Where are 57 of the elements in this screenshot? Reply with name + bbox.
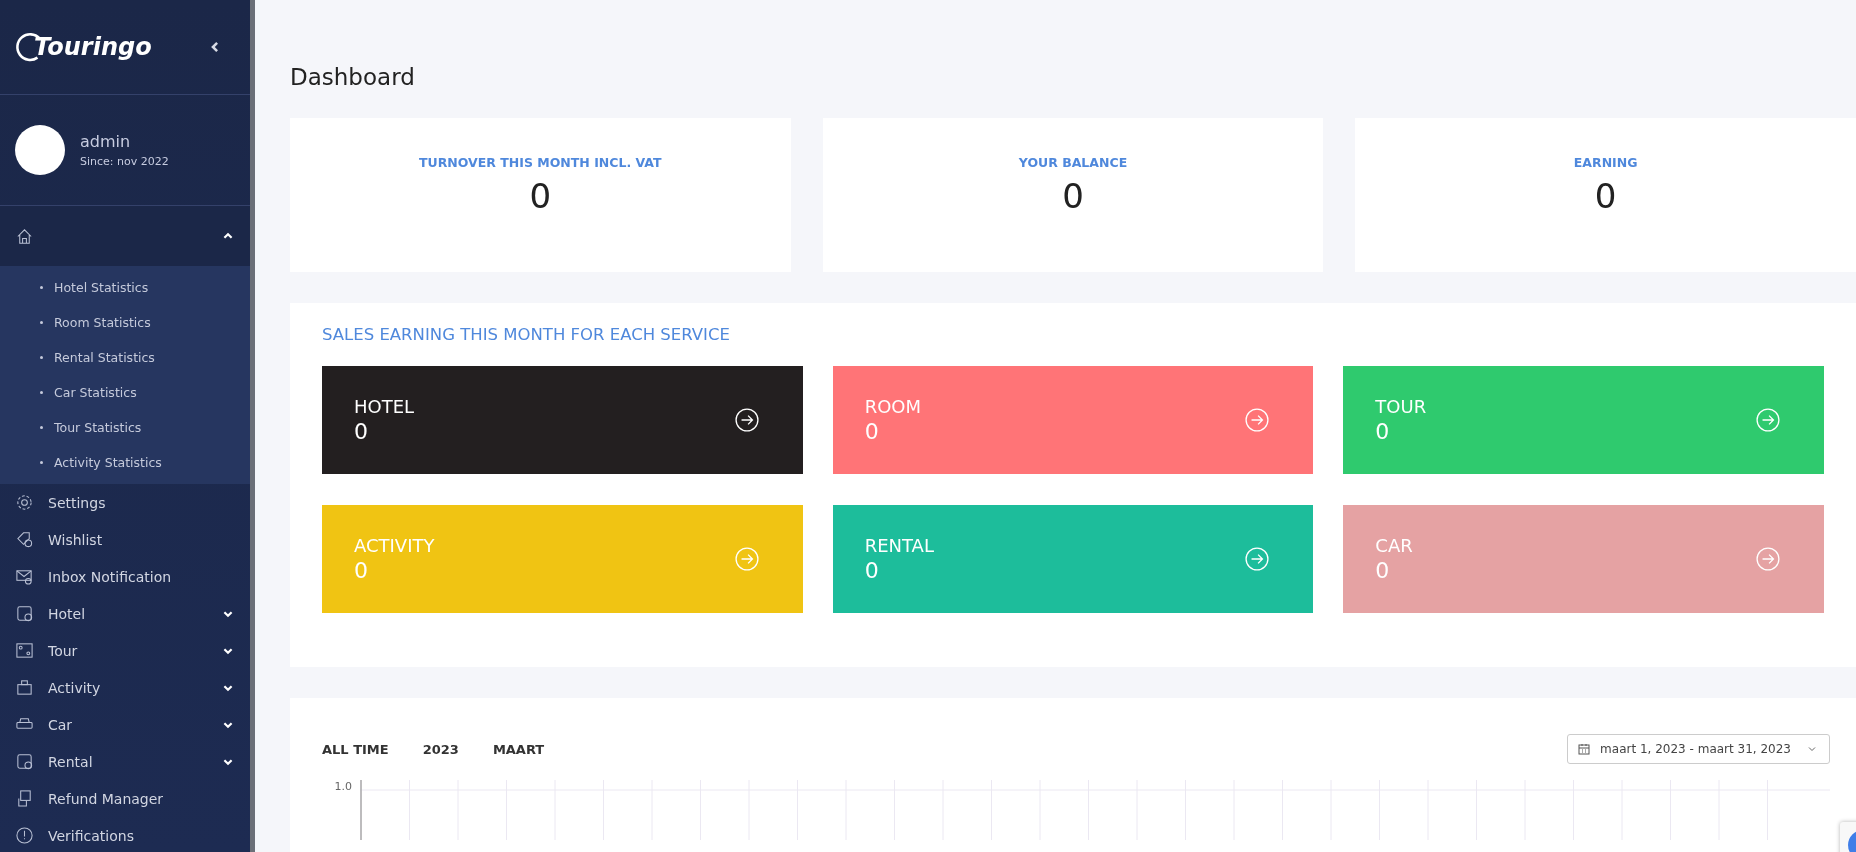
menu-item[interactable]: Tour	[0, 632, 250, 669]
service-tile[interactable]: HOTEL 0	[322, 366, 803, 474]
member-since: Since: nov 2022	[80, 155, 169, 168]
period-tab[interactable]: 2023	[422, 741, 459, 757]
service-value: 0	[1375, 558, 1391, 583]
menu-item[interactable]: Wishlist	[0, 521, 250, 558]
section-title: SALES EARNING THIS MONTH FOR EACH SERVICE	[322, 325, 731, 344]
menu-item[interactable]: Rental	[0, 743, 250, 780]
submenu-item[interactable]: Rental Statistics	[0, 340, 250, 375]
menu-item[interactable]: Activity	[0, 669, 250, 706]
gear-icon	[15, 493, 34, 512]
logo[interactable]: Touringo	[14, 31, 152, 63]
page-title: Dashboard	[290, 64, 416, 90]
submenu-item[interactable]: Room Statistics	[0, 305, 250, 340]
home-icon	[15, 226, 34, 246]
tag-icon	[15, 530, 34, 549]
service-name: TOUR	[1375, 396, 1428, 417]
service-name: CAR	[1375, 535, 1414, 556]
chevron-icon	[1807, 744, 1817, 754]
map-icon	[15, 641, 34, 660]
stat-value: 0	[1062, 175, 1084, 216]
service-name: ROOM	[864, 396, 923, 417]
stat-value: 0	[1594, 175, 1617, 216]
stat-label: EARNING	[1573, 154, 1638, 170]
service-value: 0	[354, 419, 369, 444]
period-tab[interactable]: ALL TIME	[322, 741, 389, 757]
service-name: ACTIVITY	[354, 535, 436, 556]
service-value: 0	[1375, 419, 1391, 444]
menu-item[interactable]: Refund Manager	[0, 780, 250, 817]
date-range-picker[interactable]: maart 1, 2023 - maart 31, 2023	[1567, 734, 1830, 764]
user-name: admin	[80, 132, 132, 151]
bag-icon	[15, 678, 34, 697]
menu-item[interactable]: Inbox Notification	[0, 558, 250, 595]
arrow-circle-icon[interactable]	[734, 408, 759, 432]
service-value: 0	[864, 419, 880, 444]
submenu-item[interactable]: Car Statistics	[0, 375, 250, 410]
submenu-item[interactable]: Activity Statistics	[0, 445, 250, 480]
period-tab[interactable]: MAART	[492, 741, 545, 757]
envelope-icon	[15, 567, 34, 586]
service-value: 0	[864, 558, 880, 583]
service-name: RENTAL	[864, 535, 935, 556]
stat-label: TURNOVER THIS MONTH INCL. VAT	[419, 154, 662, 170]
menu-item[interactable]: Verifications	[0, 817, 250, 852]
stat-value: 0	[529, 175, 552, 216]
submenu-item[interactable]: Tour Statistics	[0, 410, 250, 445]
service-name: HOTEL	[354, 396, 416, 417]
menu-item[interactable]: Settings	[0, 484, 250, 521]
stat-label: YOUR BALANCE	[1018, 154, 1128, 170]
avatar	[15, 125, 65, 175]
axis-tick-label: 1.0	[333, 780, 352, 795]
calendar-icon	[1578, 743, 1591, 755]
scrollbar[interactable]	[250, 0, 255, 852]
menu-item[interactable]: Car	[0, 706, 250, 743]
service-value: 0	[354, 558, 369, 583]
menu-item[interactable]: Hotel	[0, 595, 250, 632]
submenu-item[interactable]: Hotel Statistics	[0, 270, 250, 305]
info-icon	[15, 826, 34, 845]
